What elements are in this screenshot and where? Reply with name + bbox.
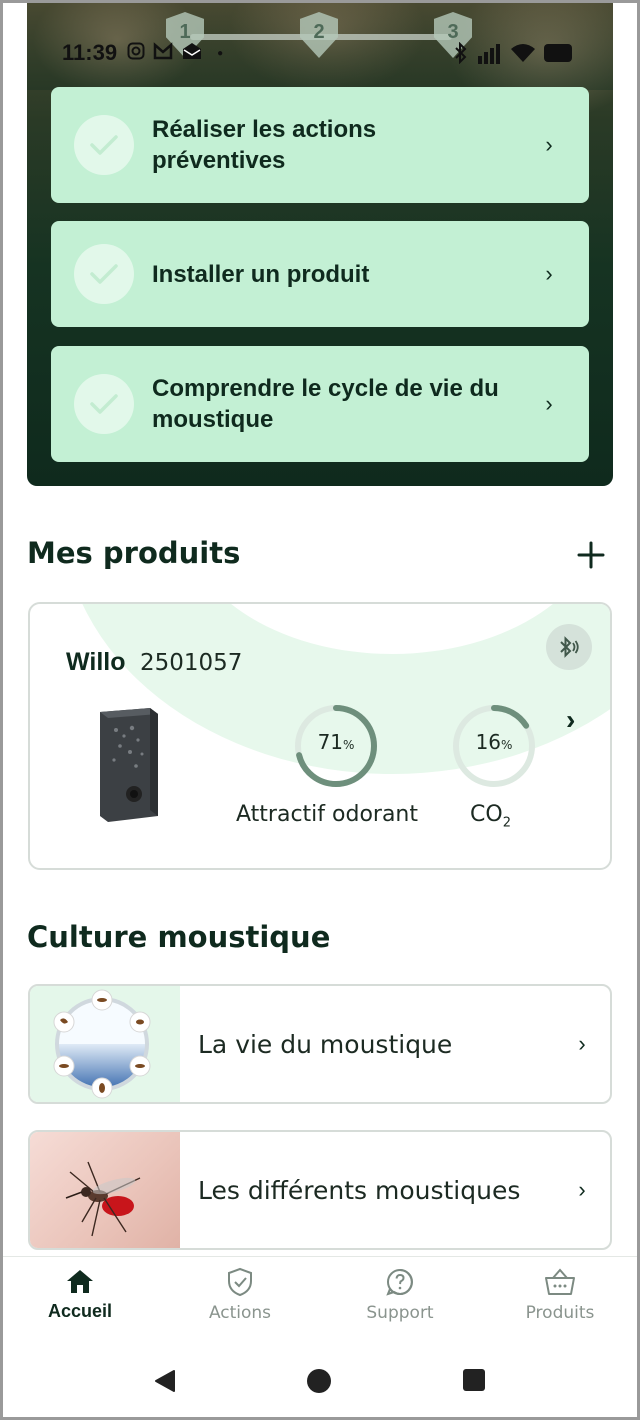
check-icon [74, 115, 134, 175]
nav-support[interactable]: Support [320, 1257, 480, 1342]
back-button[interactable] [152, 1368, 178, 1399]
home-circle-icon [307, 1369, 331, 1393]
mosquito-on-skin-image [30, 1132, 180, 1248]
nav-actions[interactable]: Actions [160, 1257, 320, 1342]
system-icons [454, 42, 572, 64]
attractant-value: 71% [317, 730, 355, 754]
plus-icon [577, 541, 605, 569]
action-label: Installer un produit [152, 260, 370, 288]
add-product-button[interactable] [573, 537, 609, 573]
culture-item-label: Les différents moustiques [198, 1175, 521, 1205]
nav-label: Actions [208, 1303, 272, 1323]
mosquito-lifecycle-image [30, 986, 180, 1102]
device-image [94, 706, 164, 829]
nav-label: Accueil [47, 1301, 113, 1321]
bluetooth-signal-icon [560, 636, 579, 658]
status-bar: 11:39 ● [62, 36, 572, 70]
battery-icon [544, 44, 572, 62]
instagram-icon [127, 42, 145, 65]
chevron-right-icon: › [545, 132, 553, 157]
culture-card-lifecycle[interactable]: La vie du moustique › [28, 984, 612, 1104]
nav-home[interactable]: Accueil [0, 1257, 160, 1342]
mail-icon [181, 42, 203, 65]
co2-label: CO2 [470, 802, 511, 831]
help-icon [386, 1269, 413, 1296]
home-button[interactable] [306, 1368, 332, 1399]
check-icon [74, 244, 134, 304]
product-serial: 2501057 [140, 650, 243, 676]
recents-square-icon [463, 1369, 485, 1391]
nav-label: Produits [525, 1303, 595, 1323]
product-name: Willo [66, 648, 126, 676]
bluetooth-status-button[interactable] [546, 624, 592, 670]
co2-value: 16% [475, 730, 513, 754]
action-card-lifecycle[interactable]: Comprendre le cycle de vie du moustique … [51, 346, 589, 462]
nav-products[interactable]: Produits [480, 1257, 640, 1342]
nav-label: Support [366, 1303, 434, 1323]
back-triangle-icon [155, 1370, 175, 1392]
recents-button[interactable] [462, 1368, 486, 1397]
products-section-title: Mes produits [27, 536, 241, 570]
product-card[interactable]: Willo 2501057 71% Attractif odorant 16% … [28, 602, 612, 870]
notification-dot-icon: ● [217, 47, 224, 59]
action-card-install[interactable]: Installer un produit › [51, 221, 589, 327]
culture-card-species[interactable]: Les différents moustiques › [28, 1130, 612, 1250]
bottom-navigation: Accueil Actions Support Produits [0, 1256, 640, 1342]
wifi-icon [511, 44, 535, 62]
system-navigation-bar [0, 1342, 640, 1420]
signal-icon [478, 44, 500, 64]
attractant-gauge: 71% [292, 702, 380, 790]
chevron-right-icon: › [545, 261, 553, 286]
chevron-right-icon: › [545, 391, 553, 416]
culture-section-title: Culture moustique [27, 920, 331, 954]
culture-item-label: La vie du moustique [198, 1029, 453, 1059]
gmail-icon [153, 41, 173, 65]
chevron-right-icon: › [578, 1177, 586, 1202]
status-time: 11:39 [62, 40, 118, 65]
check-icon [74, 374, 134, 434]
chevron-right-icon: › [566, 704, 576, 735]
home-icon [67, 1270, 93, 1293]
bluetooth-icon [455, 42, 467, 64]
basket-icon [545, 1268, 575, 1295]
action-label: Comprendre le cycle de vie du moustique [152, 375, 499, 433]
action-card-preventive[interactable]: Réaliser les actions préventives › [51, 87, 589, 203]
action-label: Réaliser les actions préventives [152, 116, 377, 174]
attractant-label: Attractif odorant [236, 802, 418, 827]
chevron-right-icon: › [578, 1031, 586, 1056]
co2-gauge: 16% [450, 702, 538, 790]
shield-check-icon [228, 1267, 252, 1297]
